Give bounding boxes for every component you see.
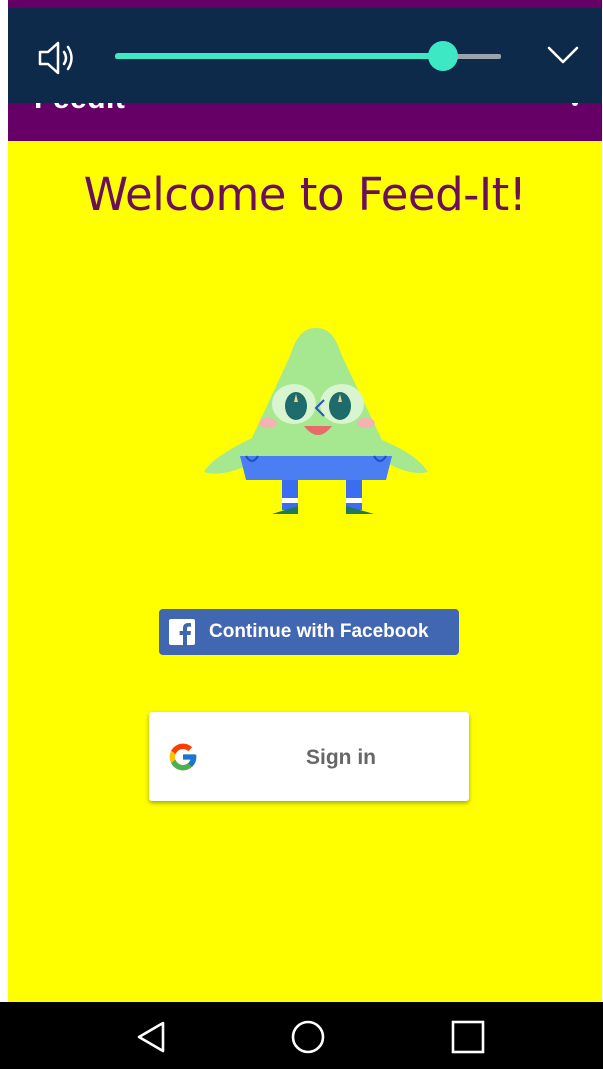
- facebook-icon: [169, 619, 195, 645]
- welcome-heading: Welcome to Feed-It!: [83, 168, 527, 221]
- volume-slider-thumb[interactable]: [428, 41, 458, 71]
- chevron-down-icon[interactable]: [545, 40, 581, 70]
- mascot-body: [204, 328, 428, 474]
- mascot-left-sock: [282, 498, 298, 503]
- mascot-left-cheek: [259, 418, 277, 428]
- recents-square-icon[interactable]: [448, 1019, 488, 1055]
- home-circle-icon[interactable]: [288, 1019, 328, 1055]
- google-button-label: Sign in: [306, 746, 376, 769]
- continue-with-facebook-button[interactable]: Continue with Facebook: [159, 609, 459, 655]
- volume-slider[interactable]: [115, 41, 501, 71]
- volume-slider-fill: [115, 53, 443, 59]
- facebook-button-label: Continue with Facebook: [209, 621, 429, 642]
- volume-panel: [8, 8, 602, 103]
- app-content: FeedIt Welcome to Feed-It!: [8, 0, 602, 1002]
- mascot-illustration: [204, 328, 428, 514]
- mascot-right-cheek: [357, 418, 375, 428]
- mascot-pants: [240, 456, 392, 480]
- mascot-right-sock: [346, 498, 362, 503]
- speaker-icon[interactable]: [36, 38, 78, 78]
- screen: FeedIt Welcome to Feed-It!: [0, 0, 603, 1069]
- back-triangle-icon[interactable]: [133, 1019, 173, 1055]
- google-sign-in-button[interactable]: Sign in: [149, 712, 469, 801]
- screen-edge: [0, 0, 8, 1002]
- navigation-bar: [0, 1002, 603, 1069]
